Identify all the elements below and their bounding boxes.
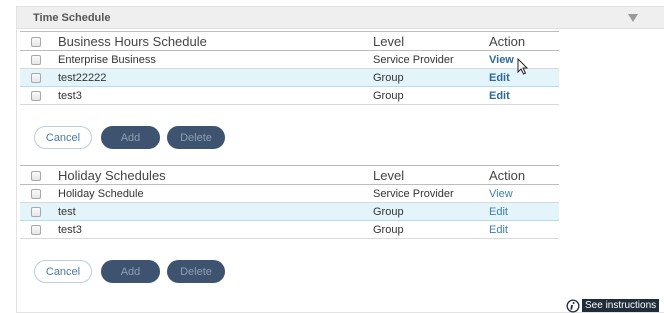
collapse-triangle-icon[interactable]	[627, 13, 639, 23]
column-header-name: Business Hours Schedule	[51, 31, 373, 51]
panel-title: Time Schedule	[33, 12, 111, 24]
delete-button[interactable]: Delete	[167, 126, 225, 149]
business-hours-table: Business Hours Schedule Level Action Ent…	[20, 31, 559, 105]
table-row[interactable]: test22222 Group Edit	[20, 68, 559, 87]
column-header-action: Action	[489, 31, 559, 51]
table-row[interactable]: test3 Group Edit	[20, 86, 559, 105]
schedule-level: Service Provider	[373, 184, 489, 203]
mouse-pointer-icon	[517, 58, 529, 75]
schedule-level: Group	[373, 202, 489, 221]
panel-header[interactable]: Time Schedule	[17, 7, 664, 29]
row-checkbox[interactable]	[30, 72, 41, 83]
info-icon	[566, 299, 580, 312]
table-row[interactable]: Holiday Schedule Service Provider View	[20, 184, 559, 203]
schedule-name: Holiday Schedule	[51, 184, 373, 203]
column-header-action: Action	[489, 165, 559, 185]
add-button[interactable]: Add	[101, 260, 160, 283]
select-all-checkbox[interactable]	[30, 171, 41, 182]
table-header-row: Holiday Schedules Level Action	[20, 165, 559, 185]
add-button[interactable]: Add	[101, 126, 160, 149]
view-link[interactable]: View	[489, 188, 513, 200]
schedule-name: test3	[51, 86, 373, 105]
edit-link[interactable]: Edit	[489, 72, 510, 84]
holiday-schedules-table: Holiday Schedules Level Action Holiday S…	[20, 165, 559, 239]
see-instructions[interactable]: See instructions	[566, 298, 660, 313]
schedule-name: test3	[51, 220, 373, 239]
row-checkbox[interactable]	[30, 206, 41, 217]
schedule-level: Service Provider	[373, 50, 489, 69]
row-checkbox[interactable]	[30, 90, 41, 101]
table-row[interactable]: test Group Edit	[20, 202, 559, 221]
schedule-level: Group	[373, 86, 489, 105]
table-row[interactable]: test3 Group Edit	[20, 220, 559, 239]
view-link[interactable]: View	[489, 54, 514, 66]
edit-link[interactable]: Edit	[489, 206, 508, 218]
schedule-name: test22222	[51, 68, 373, 87]
schedule-name: Enterprise Business	[51, 50, 373, 69]
schedule-name: test	[51, 202, 373, 221]
row-checkbox[interactable]	[30, 188, 41, 199]
schedule-level: Group	[373, 68, 489, 87]
cancel-button[interactable]: Cancel	[34, 260, 92, 283]
table-row[interactable]: Enterprise Business Service Provider Vie…	[20, 50, 559, 69]
row-checkbox[interactable]	[30, 54, 41, 65]
cancel-button[interactable]: Cancel	[34, 126, 92, 149]
column-header-level: Level	[373, 31, 489, 51]
column-header-level: Level	[373, 165, 489, 185]
row-checkbox[interactable]	[30, 224, 41, 235]
delete-button[interactable]: Delete	[167, 260, 225, 283]
table-header-row: Business Hours Schedule Level Action	[20, 31, 559, 51]
edit-link[interactable]: Edit	[489, 224, 508, 236]
select-all-checkbox[interactable]	[30, 37, 41, 48]
see-instructions-label[interactable]: See instructions	[582, 299, 660, 312]
edit-link[interactable]: Edit	[489, 90, 510, 102]
column-header-name: Holiday Schedules	[51, 165, 373, 185]
schedule-level: Group	[373, 220, 489, 239]
